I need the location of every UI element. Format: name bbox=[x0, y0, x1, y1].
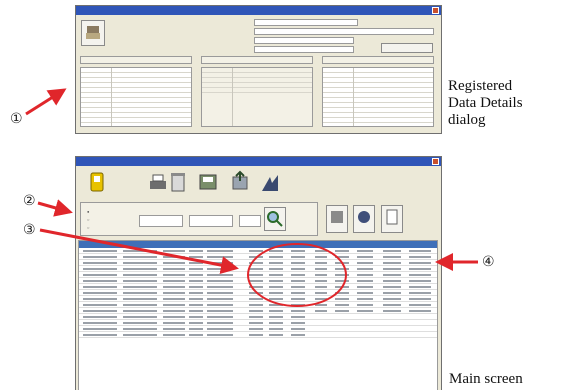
callout-3: ③ bbox=[23, 222, 36, 238]
dialog-caption-line3: dialog bbox=[448, 112, 486, 128]
section-left-header bbox=[80, 56, 192, 64]
dialog-caption-line2: Data Details bbox=[448, 95, 523, 111]
main-screen-window: ● ○ ○ bbox=[75, 156, 442, 390]
callout-4: ④ bbox=[482, 254, 495, 270]
main-screen-caption: Main screen bbox=[449, 371, 523, 387]
header-field-1[interactable] bbox=[254, 19, 358, 26]
details-left-panel bbox=[80, 67, 192, 127]
highlight-ellipse bbox=[247, 243, 347, 307]
dialog-print-button[interactable] bbox=[81, 20, 105, 46]
header-field-3[interactable] bbox=[254, 37, 354, 44]
section-middle-header bbox=[201, 56, 313, 64]
registered-data-details-dialog bbox=[75, 5, 442, 134]
header-field-4[interactable] bbox=[254, 46, 354, 53]
details-middle-panel bbox=[201, 67, 313, 127]
callout-2: ② bbox=[23, 193, 36, 209]
arrow-2 bbox=[37, 199, 73, 217]
arrow-1 bbox=[25, 88, 67, 116]
details-right-panel bbox=[322, 67, 434, 127]
dialog-title-bar bbox=[76, 6, 441, 15]
header-field-2[interactable] bbox=[254, 28, 434, 35]
dialog-action-button[interactable] bbox=[381, 43, 433, 53]
section-right-header bbox=[322, 56, 434, 64]
dialog-close-button[interactable] bbox=[432, 7, 439, 14]
print-icon bbox=[86, 26, 100, 39]
callout-1: ① bbox=[10, 111, 23, 127]
dialog-caption-line1: Registered bbox=[448, 78, 513, 94]
